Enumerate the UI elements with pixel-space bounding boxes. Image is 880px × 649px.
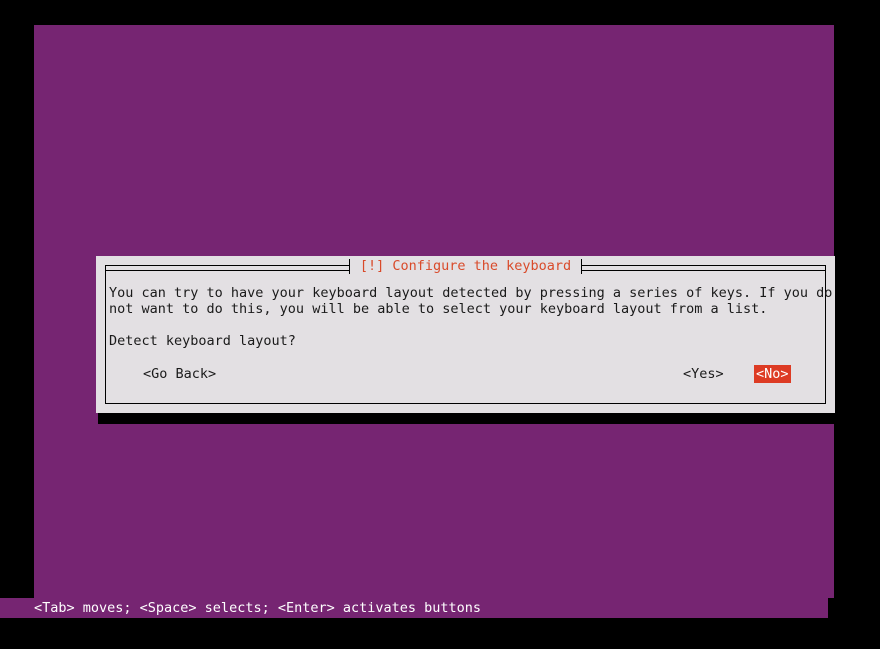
console-panel: [!] Configure the keyboard You can try t… bbox=[34, 25, 844, 598]
dialog-description-text: You can try to have your keyboard layout… bbox=[109, 285, 833, 317]
dialog-titlebar: [!] Configure the keyboard bbox=[105, 257, 827, 275]
title-rule-right bbox=[582, 269, 827, 271]
dialog-body: You can try to have your keyboard layout… bbox=[109, 285, 833, 400]
title-rule-left bbox=[105, 269, 349, 271]
go-back-button[interactable]: <Go Back> bbox=[141, 365, 218, 383]
dialog-title: [!] Configure the keyboard bbox=[349, 257, 582, 275]
title-cap-right bbox=[581, 258, 583, 274]
keyboard-help-status-bar: <Tab> moves; <Space> selects; <Enter> ac… bbox=[0, 598, 828, 618]
configure-keyboard-dialog: [!] Configure the keyboard You can try t… bbox=[96, 256, 835, 413]
no-button[interactable]: <No> bbox=[754, 365, 791, 383]
dialog-question-text: Detect keyboard layout? bbox=[109, 333, 296, 349]
yes-button[interactable]: <Yes> bbox=[681, 365, 726, 383]
dialog-button-row: <Go Back> <Yes> <No> bbox=[109, 365, 822, 383]
